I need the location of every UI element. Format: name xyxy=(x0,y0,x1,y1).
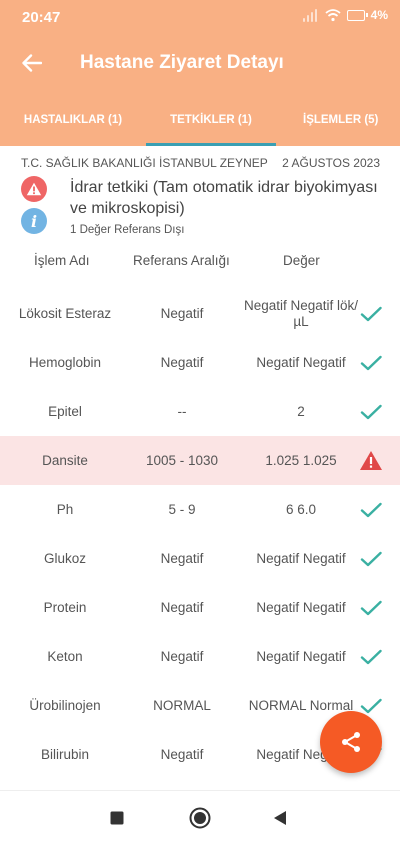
result-value: Negatif Negatif lök/µL xyxy=(243,297,359,329)
visit-date: 2 AĞUSTOS 2023 xyxy=(282,156,380,170)
back-triangle-icon xyxy=(274,811,286,825)
result-name: Ph xyxy=(56,501,74,517)
result-reference-range: NORMAL xyxy=(153,697,211,713)
check-icon xyxy=(355,387,387,436)
signal-icon xyxy=(302,8,319,22)
home-button[interactable] xyxy=(186,804,214,832)
column-header-name: İşlem Adı xyxy=(34,253,90,268)
check-icon xyxy=(355,338,387,387)
check-icon xyxy=(355,485,387,534)
test-detail-content[interactable]: T.C. SAĞLIK BAKANLIĞI İSTANBUL ZEYNEP 2 … xyxy=(0,146,400,790)
result-row[interactable]: Epitel -- 2 xyxy=(0,387,400,436)
share-button[interactable] xyxy=(320,711,382,773)
result-reference-range: Negatif xyxy=(160,599,204,615)
tab-bar: HASTALIKLAR (1) TETKİKLER (1) İŞLEMLER (… xyxy=(0,94,400,146)
tab-tetkikler[interactable]: TETKİKLER (1) xyxy=(146,94,276,146)
result-name: Lökosit Esteraz xyxy=(18,305,112,321)
check-icon xyxy=(355,632,387,681)
result-reference-range: Negatif xyxy=(160,550,204,566)
result-name: Dansite xyxy=(42,452,88,468)
result-row[interactable]: Glukoz Negatif Negatif Negatif xyxy=(0,534,400,583)
result-reference-range: Negatif xyxy=(160,305,204,321)
institution-name: T.C. SAĞLIK BAKANLIĞI İSTANBUL ZEYNEP xyxy=(21,156,268,170)
tab-islemler[interactable]: İŞLEMLER (5) xyxy=(276,94,400,146)
wifi-icon xyxy=(325,9,341,22)
result-name: Ürobilinojen xyxy=(29,697,101,713)
result-name: Protein xyxy=(43,599,87,615)
result-name: Keton xyxy=(47,648,83,664)
result-row[interactable]: Keton Negatif Negatif Negatif xyxy=(0,632,400,681)
test-name: İdrar tetkiki (Tam otomatik idrar biyoki… xyxy=(70,179,378,217)
result-value: Negatif Negatif xyxy=(256,648,346,664)
column-header-value: Değer xyxy=(283,253,320,268)
result-row[interactable]: Lökosit Esteraz Negatif Negatif Negatif lö… xyxy=(0,289,400,338)
system-nav-bar xyxy=(0,790,400,844)
result-reference-range: Negatif xyxy=(160,354,204,370)
arrow-left-icon xyxy=(22,54,42,72)
result-value: Negatif Negatif xyxy=(256,599,346,615)
system-back-button[interactable] xyxy=(266,804,294,832)
result-reference-range: 5 - 9 xyxy=(168,501,196,517)
result-reference-range: Negatif xyxy=(160,746,204,762)
share-icon xyxy=(342,732,360,752)
result-value: 2 xyxy=(297,403,305,419)
check-icon xyxy=(355,534,387,583)
result-value: 6 6.0 xyxy=(285,501,317,517)
info-icon[interactable]: i xyxy=(21,208,47,234)
result-name: Glukoz xyxy=(43,550,87,566)
result-value: Negatif Negatif xyxy=(256,354,346,370)
battery-percent: 4% xyxy=(370,8,388,22)
recents-square-icon xyxy=(110,811,124,825)
result-reference-range: -- xyxy=(177,403,187,419)
result-value: Negatif Negatif xyxy=(256,550,346,566)
result-row[interactable]: Ph 5 - 9 6 6.0 xyxy=(0,485,400,534)
result-row[interactable]: Hemoglobin Negatif Negatif Negatif xyxy=(0,338,400,387)
alert-triangle-icon xyxy=(355,436,387,485)
page-title: Hastane Ziyaret Detayı xyxy=(80,52,284,73)
result-row[interactable]: Protein Negatif Negatif Negatif xyxy=(0,583,400,632)
status-icons: 4% xyxy=(302,8,388,22)
status-bar: 20:47 4% xyxy=(0,0,400,32)
column-header-range: Referans Aralığı xyxy=(133,253,230,268)
battery-icon xyxy=(346,9,368,21)
result-name: Hemoglobin xyxy=(28,354,102,370)
result-name: Bilirubin xyxy=(40,746,90,762)
tab-hastaliklar[interactable]: HASTALIKLAR (1) xyxy=(0,94,146,146)
back-button[interactable] xyxy=(16,47,48,79)
app-bar: Hastane Ziyaret Detayı xyxy=(0,32,400,94)
result-row[interactable]: Dansite 1005 - 1030 1.025 1.025 xyxy=(0,436,400,485)
check-icon xyxy=(355,583,387,632)
home-circle-icon xyxy=(189,807,211,829)
result-value: 1.025 1.025 xyxy=(265,452,337,468)
visit-meta: T.C. SAĞLIK BAKANLIĞI İSTANBUL ZEYNEP 2 … xyxy=(21,156,380,172)
status-time: 20:47 xyxy=(22,9,61,26)
check-icon xyxy=(355,289,387,338)
recents-button[interactable] xyxy=(103,804,131,832)
out-of-range-count: 1 Değer Referans Dışı xyxy=(70,224,185,236)
result-reference-range: 1005 - 1030 xyxy=(145,452,219,468)
result-reference-range: Negatif xyxy=(160,648,204,664)
result-name: Epitel xyxy=(48,403,82,419)
warning-icon xyxy=(21,176,47,202)
